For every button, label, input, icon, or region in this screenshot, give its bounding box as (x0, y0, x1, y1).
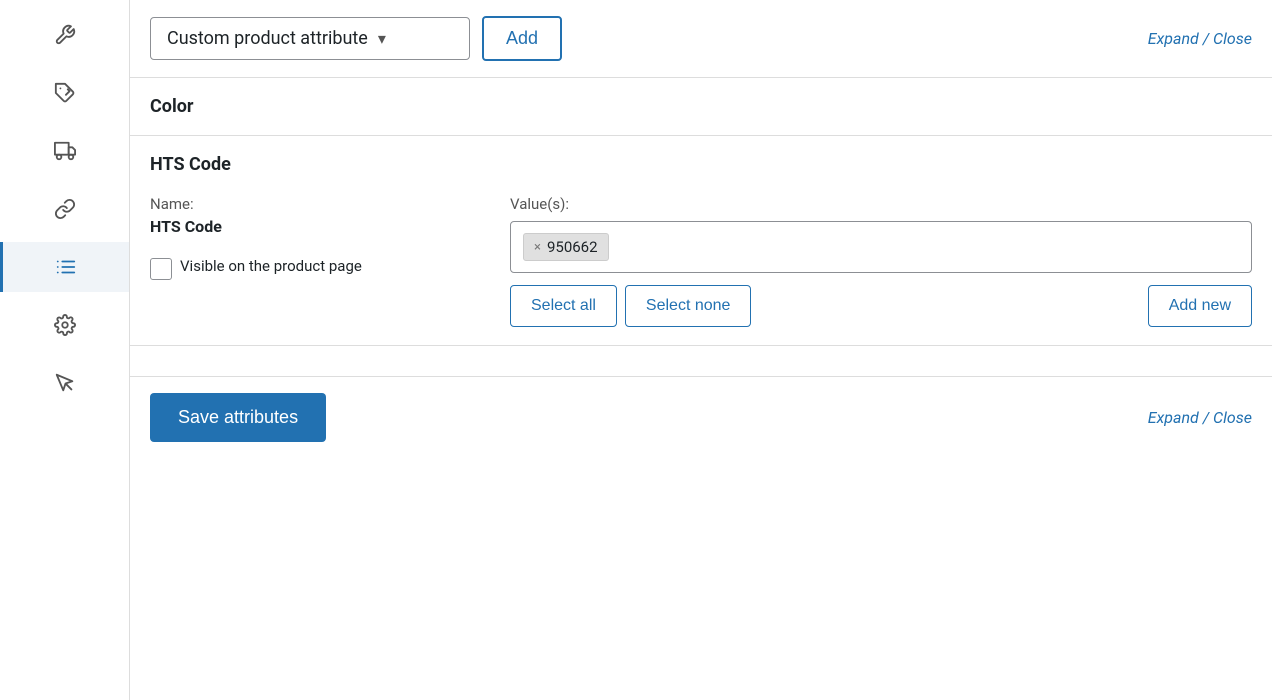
visible-checkbox[interactable] (150, 258, 172, 280)
wrench-icon (54, 24, 76, 46)
tag-value: 950662 (547, 238, 598, 256)
action-buttons: Select all Select none Add new (510, 285, 1252, 327)
sidebar-item-shipping[interactable] (0, 126, 129, 176)
visible-label: Visible on the product page (180, 256, 362, 277)
select-none-button[interactable]: Select none (625, 285, 752, 327)
name-value: HTS Code (150, 217, 470, 236)
sidebar-item-tags[interactable] (0, 68, 129, 118)
link-icon (54, 198, 76, 220)
gear-icon (54, 314, 76, 336)
hts-body: Name: HTS Code Visible on the product pa… (150, 195, 1252, 327)
sidebar-item-links[interactable] (0, 184, 129, 234)
value-tag: × 950662 (523, 233, 609, 261)
values-label: Value(s): (510, 195, 1252, 213)
sidebar-item-tools[interactable] (0, 358, 129, 408)
visible-checkbox-row: Visible on the product page (150, 256, 470, 280)
spacer (130, 346, 1272, 376)
add-button[interactable]: Add (482, 16, 562, 61)
hts-section-title: HTS Code (150, 154, 1252, 175)
expand-close-link[interactable]: Expand / Close (1148, 29, 1252, 48)
list-icon (55, 256, 77, 278)
hts-right: Value(s): × 950662 Select all Select non… (510, 195, 1252, 327)
name-label: Name: (150, 195, 470, 213)
truck-icon (54, 140, 76, 162)
sidebar-item-settings[interactable] (0, 10, 129, 60)
hts-left: Name: HTS Code Visible on the product pa… (150, 195, 470, 280)
values-input-box[interactable]: × 950662 (510, 221, 1252, 273)
tools-icon (54, 372, 76, 394)
footer-bar: Save attributes Expand / Close (130, 376, 1272, 458)
add-new-button[interactable]: Add new (1148, 285, 1252, 327)
chevron-down-icon: ▾ (378, 29, 386, 48)
attribute-dropdown[interactable]: Custom product attribute ▾ (150, 17, 470, 60)
color-section-title: Color (150, 96, 193, 117)
sidebar-item-attributes[interactable] (0, 242, 129, 292)
footer-expand-close-link[interactable]: Expand / Close (1148, 408, 1252, 427)
sidebar-item-config[interactable] (0, 300, 129, 350)
top-bar: Custom product attribute ▾ Add Expand / … (130, 0, 1272, 78)
tag-remove-icon[interactable]: × (534, 240, 541, 255)
dropdown-label: Custom product attribute (167, 28, 368, 49)
main-content: Custom product attribute ▾ Add Expand / … (130, 0, 1272, 700)
hts-section: HTS Code Name: HTS Code Visible on the p… (130, 136, 1272, 346)
select-all-button[interactable]: Select all (510, 285, 617, 327)
sidebar (0, 0, 130, 700)
color-section: Color (130, 78, 1272, 136)
save-attributes-button[interactable]: Save attributes (150, 393, 326, 442)
tags-icon (54, 82, 76, 104)
